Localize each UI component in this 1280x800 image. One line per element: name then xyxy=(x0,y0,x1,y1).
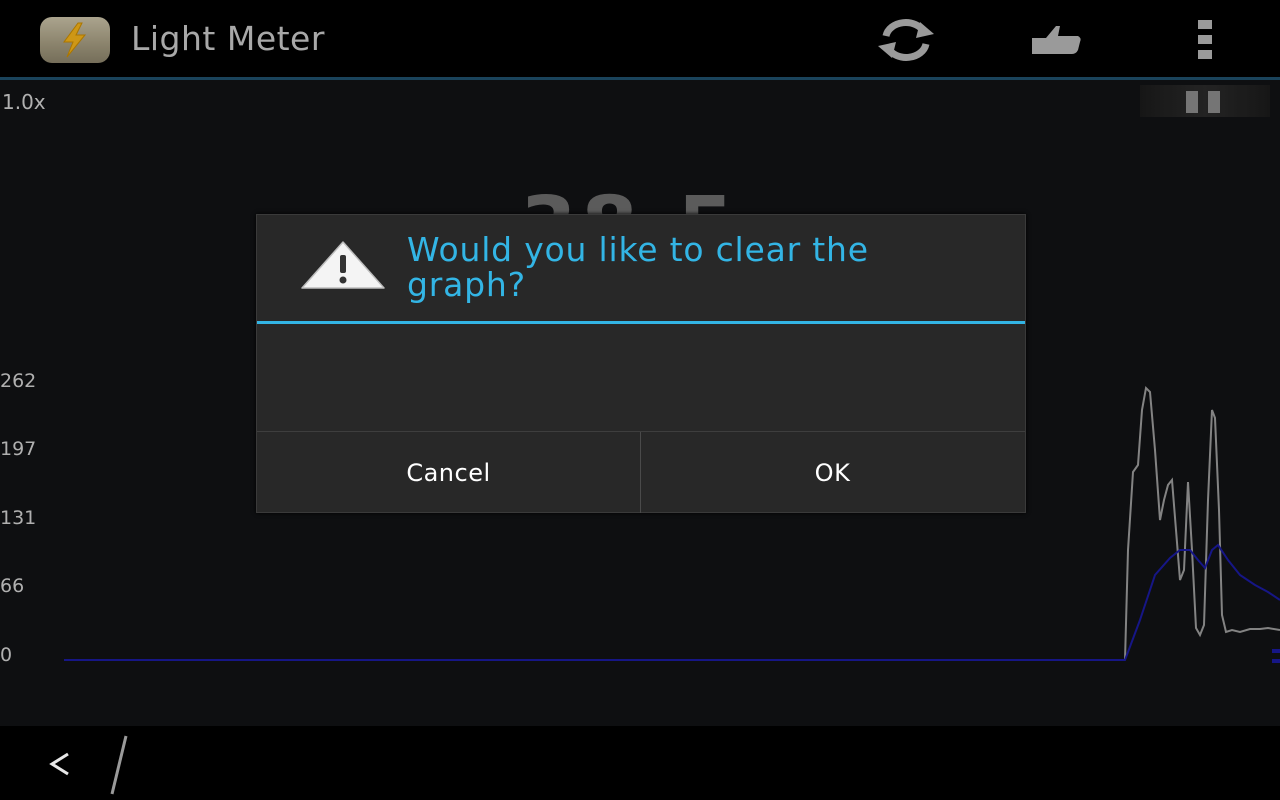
back-icon[interactable] xyxy=(40,744,80,784)
dialog-body xyxy=(257,324,1025,431)
system-nav-bar xyxy=(0,726,1280,800)
clear-graph-dialog: Would you like to clear the graph? Cance… xyxy=(256,214,1026,513)
dialog-title: Would you like to clear the graph? xyxy=(407,230,869,304)
cancel-button[interactable]: Cancel xyxy=(257,432,640,513)
recent-apps-icon[interactable] xyxy=(104,732,134,796)
warning-icon xyxy=(299,239,387,291)
ok-button[interactable]: OK xyxy=(641,432,1024,513)
dialog-button-bar: Cancel OK xyxy=(257,431,1025,513)
